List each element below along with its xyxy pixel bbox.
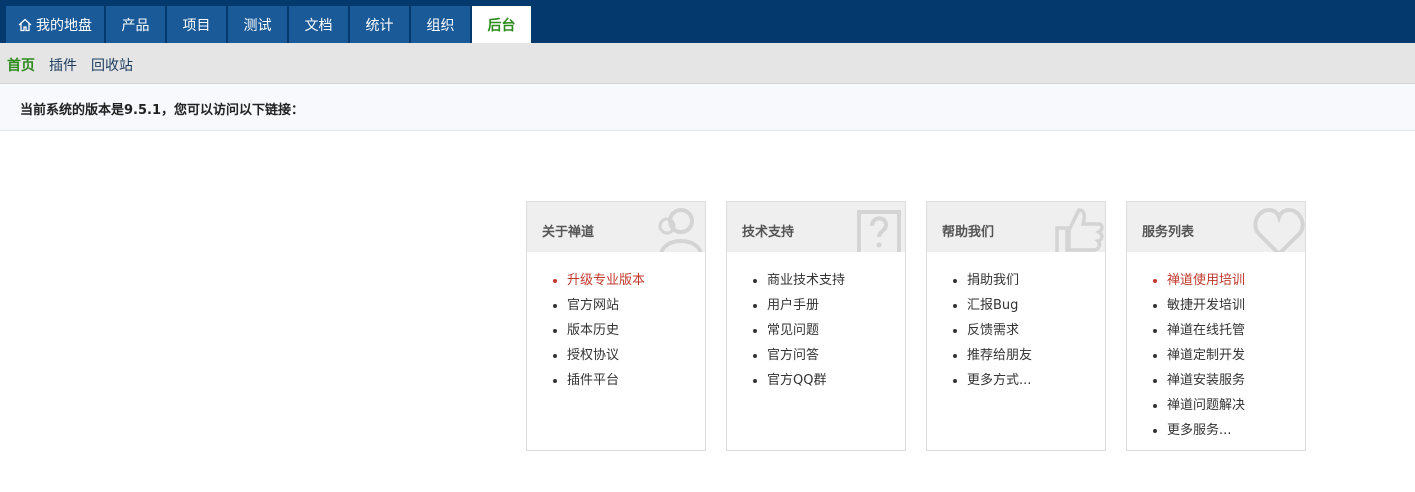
panel-support: 技术支持 商业技术支持 用户手册 常见问题 官方问答 官方QQ群: [726, 201, 906, 451]
heart-icon: [1253, 207, 1305, 252]
panel-help-us: 帮助我们 捐助我们 汇报Bug 反馈需求 推荐给朋友 更多方式...: [926, 201, 1106, 451]
list-item[interactable]: 授权协议: [567, 348, 705, 373]
list-item[interactable]: 官方问答: [767, 348, 905, 373]
panel-links: 禅道使用培训 敏捷开发培训 禅道在线托管 禅道定制开发 禅道安装服务 禅道问题解…: [1127, 273, 1305, 448]
panel-header: 关于禅道: [527, 202, 705, 252]
tab-label: 测试: [243, 17, 272, 34]
list-item[interactable]: 推荐给朋友: [967, 348, 1105, 373]
tab-label: 产品: [121, 17, 150, 34]
panel-header: 技术支持: [727, 202, 905, 252]
tab-label: 项目: [182, 17, 211, 34]
panel-about: 关于禅道 升级专业版本 官方网站 版本历史 授权协议 插件平台: [526, 201, 706, 451]
panel-links: 商业技术支持 用户手册 常见问题 官方问答 官方QQ群: [727, 273, 905, 398]
tab-label: 文档: [304, 17, 333, 34]
panel-links: 捐助我们 汇报Bug 反馈需求 推荐给朋友 更多方式...: [927, 273, 1105, 398]
sub-navigation: 首页 插件 回收站: [0, 43, 1415, 84]
panel-title: 技术支持: [742, 225, 795, 240]
list-item[interactable]: 插件平台: [567, 373, 705, 398]
panel-title: 关于禅道: [542, 225, 595, 240]
list-item[interactable]: 禅道使用培训: [1167, 273, 1305, 298]
list-item[interactable]: 禅道问题解决: [1167, 398, 1305, 423]
panel-header: 服务列表: [1127, 202, 1305, 252]
list-item[interactable]: 更多服务...: [1167, 423, 1305, 448]
list-item[interactable]: 用户手册: [767, 298, 905, 323]
list-item[interactable]: 捐助我们: [967, 273, 1105, 298]
subnav-extensions[interactable]: 插件: [49, 55, 77, 75]
list-item[interactable]: 禅道在线托管: [1167, 323, 1305, 348]
panel-title: 服务列表: [1142, 225, 1195, 240]
tab-project[interactable]: 项目: [167, 6, 226, 43]
version-info-bar: 当前系统的版本是9.5.1，您可以访问以下链接：: [0, 84, 1415, 131]
help-icon: [857, 210, 901, 252]
panel-title: 帮助我们: [942, 225, 995, 240]
list-item[interactable]: 商业技术支持: [767, 273, 905, 298]
tab-report[interactable]: 统计: [350, 6, 409, 43]
list-item[interactable]: 升级专业版本: [567, 273, 705, 298]
subnav-trash[interactable]: 回收站: [91, 55, 133, 75]
list-item[interactable]: 汇报Bug: [967, 298, 1105, 323]
tab-test[interactable]: 测试: [228, 6, 287, 43]
tab-company[interactable]: 组织: [411, 6, 470, 43]
list-item[interactable]: 敏捷开发培训: [1167, 298, 1305, 323]
list-item[interactable]: 反馈需求: [967, 323, 1105, 348]
tab-doc[interactable]: 文档: [289, 6, 348, 43]
panel-links: 升级专业版本 官方网站 版本历史 授权协议 插件平台: [527, 273, 705, 398]
panel-services: 服务列表 禅道使用培训 敏捷开发培训 禅道在线托管 禅道定制开发 禅道安装服务 …: [1126, 201, 1306, 451]
users-icon: [658, 208, 703, 252]
list-item[interactable]: 常见问题: [767, 323, 905, 348]
tab-label: 后台: [487, 17, 516, 34]
tab-label: 组织: [426, 17, 455, 34]
version-info-text: 当前系统的版本是9.5.1，您可以访问以下链接：: [20, 103, 305, 118]
list-item[interactable]: 官方QQ群: [767, 373, 905, 398]
list-item[interactable]: 禅道安装服务: [1167, 373, 1305, 398]
list-item[interactable]: 禅道定制开发: [1167, 348, 1305, 373]
subnav-home[interactable]: 首页: [7, 55, 35, 75]
thumbs-up-icon: [1055, 208, 1104, 252]
list-item[interactable]: 官方网站: [567, 298, 705, 323]
tab-my-dashboard[interactable]: 我的地盘: [6, 6, 104, 43]
tab-admin[interactable]: 后台: [472, 6, 531, 43]
list-item[interactable]: 更多方式...: [967, 373, 1105, 398]
tab-label: 统计: [365, 17, 394, 34]
home-icon: [18, 18, 32, 32]
list-item[interactable]: 版本历史: [567, 323, 705, 348]
tab-product[interactable]: 产品: [106, 6, 165, 43]
top-navigation: 我的地盘 产品 项目 测试 文档 统计 组织 后台: [0, 0, 1415, 43]
tab-label: 我的地盘: [36, 17, 92, 34]
panel-header: 帮助我们: [927, 202, 1105, 252]
